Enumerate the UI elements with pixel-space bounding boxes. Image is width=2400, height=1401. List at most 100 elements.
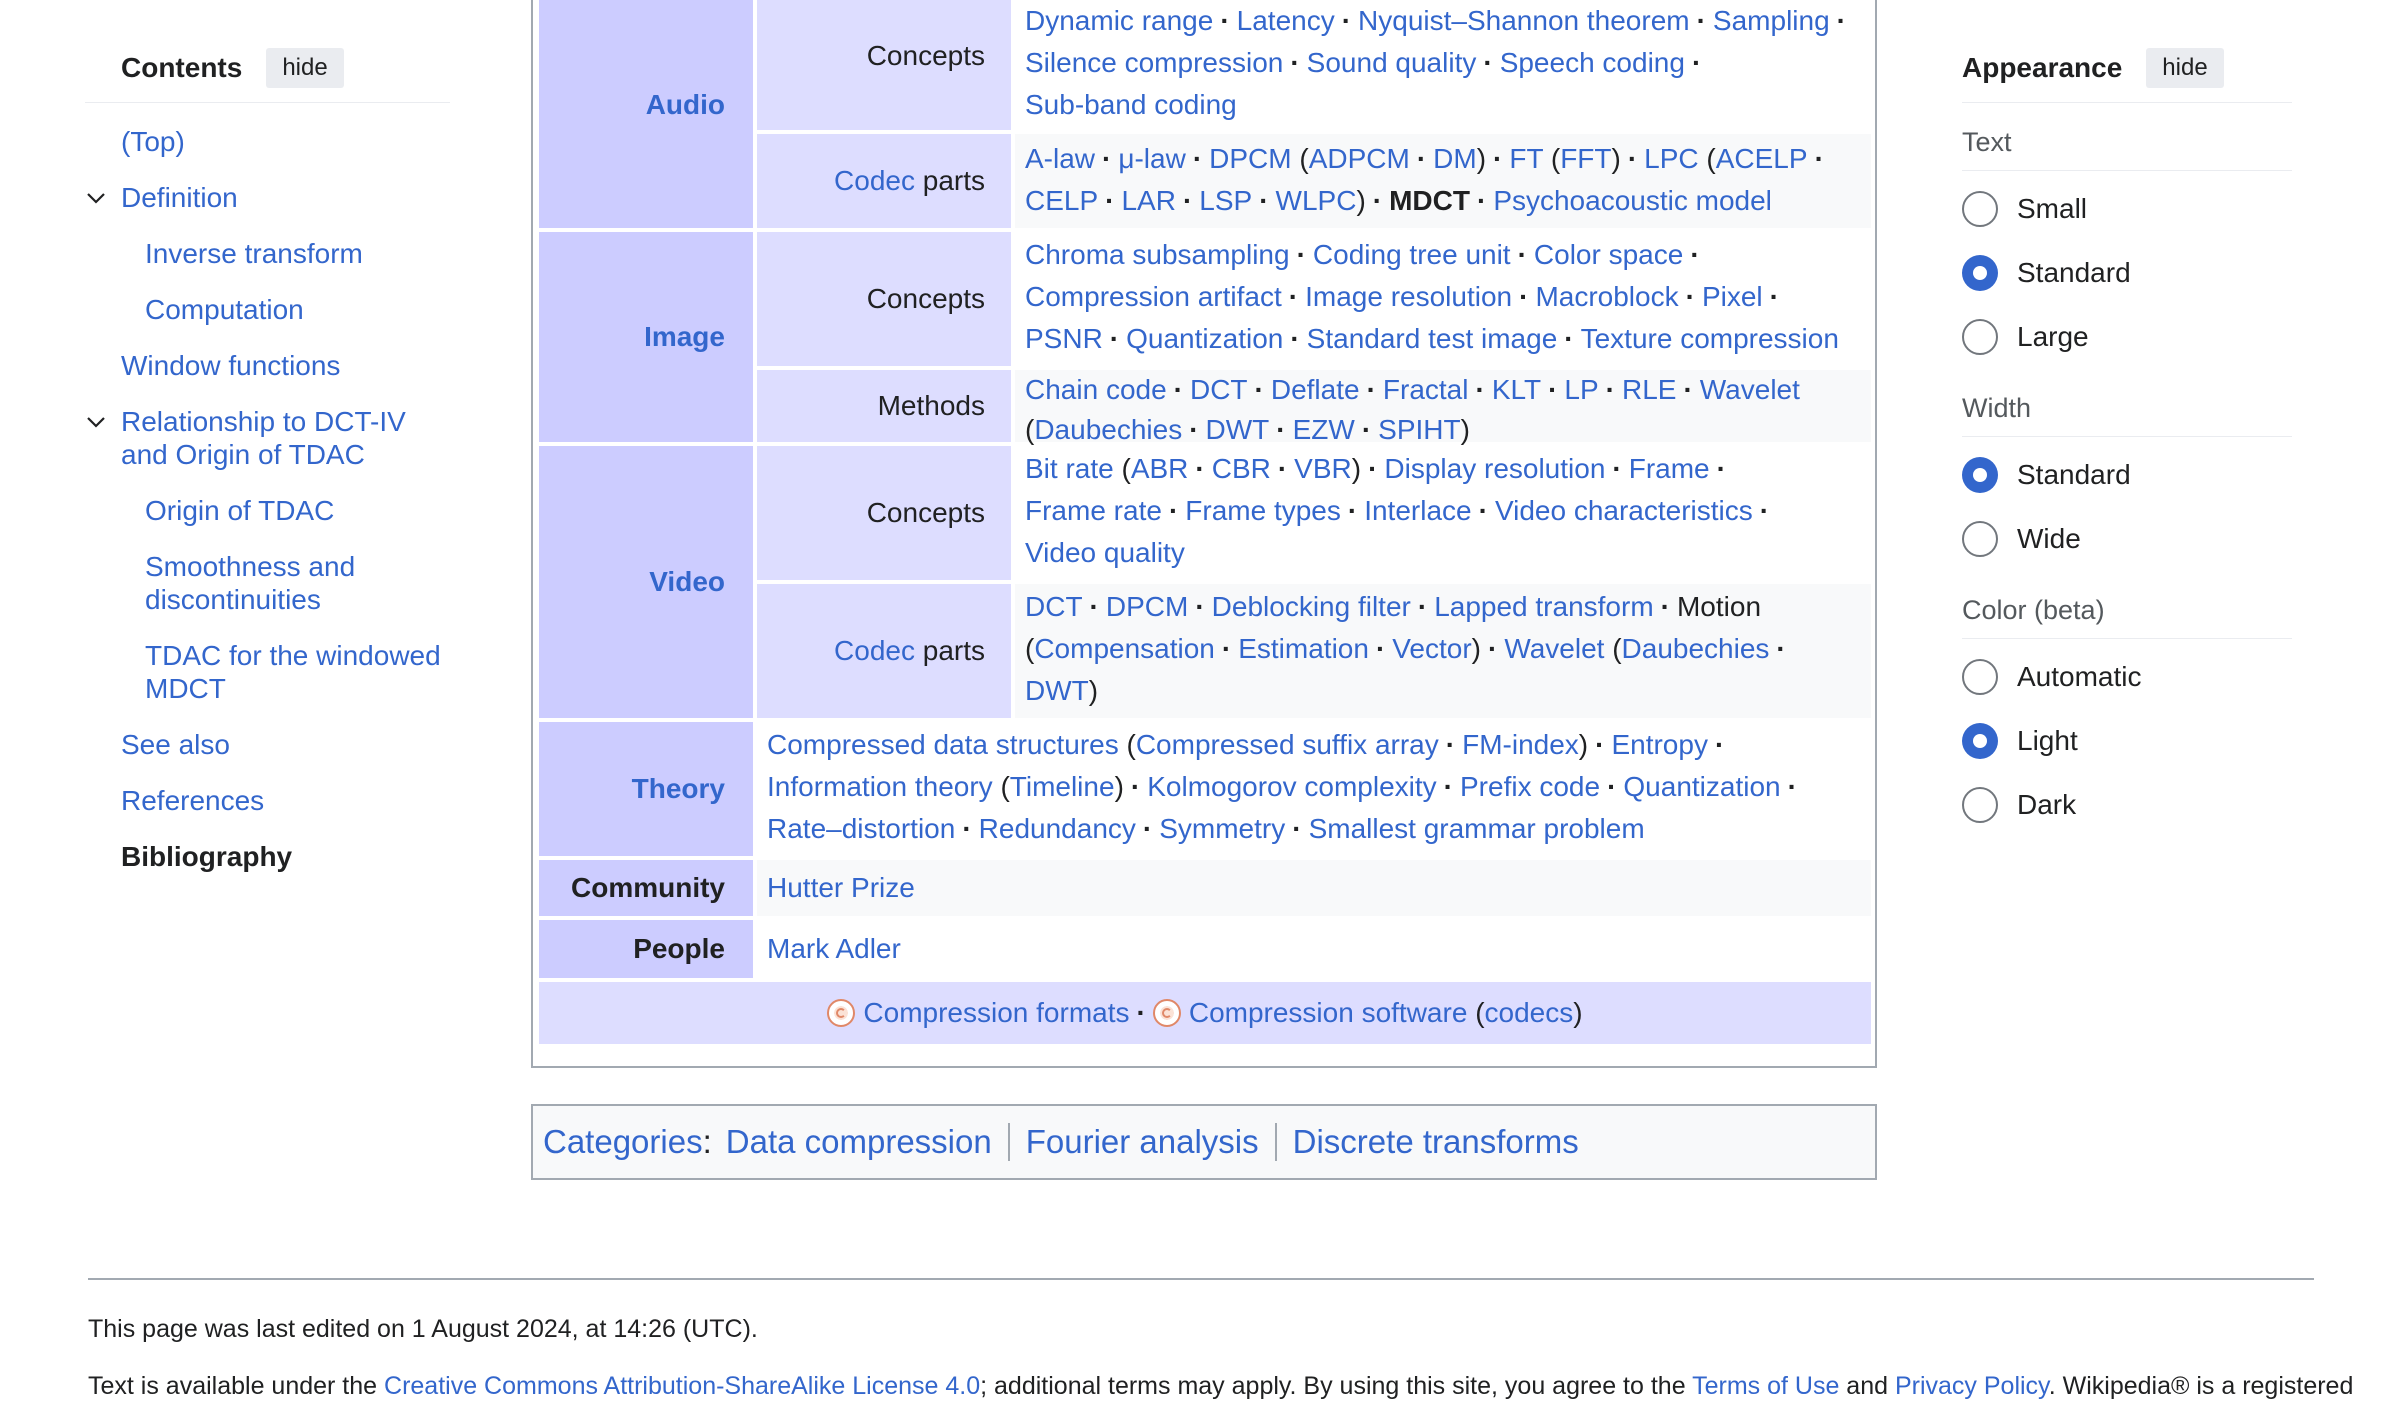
toc-link[interactable]: TDAC for the windowed MDCT — [145, 640, 441, 704]
link[interactable]: ACELP — [1716, 143, 1808, 174]
link[interactable]: Entropy — [1611, 729, 1708, 760]
link[interactable]: Silence compression — [1025, 47, 1283, 78]
link[interactable]: Sound quality — [1307, 47, 1477, 78]
link[interactable]: Coding tree unit — [1313, 239, 1511, 270]
link[interactable]: Sub-band coding — [1025, 89, 1237, 120]
link[interactable]: Timeline — [1010, 771, 1115, 802]
toc-item-see-also[interactable]: See also — [85, 728, 450, 761]
link[interactable]: Redundancy — [979, 813, 1136, 844]
appearance-hide-button[interactable]: hide — [2146, 48, 2224, 88]
radio-text-small[interactable]: Small — [1962, 177, 2292, 241]
toc-link[interactable]: Relationship to DCT-IV and Origin of TDA… — [121, 406, 406, 470]
categories-link[interactable]: Categories — [543, 1123, 703, 1161]
link[interactable]: DM — [1433, 143, 1477, 174]
link[interactable]: Frame rate — [1025, 495, 1162, 526]
codec-link[interactable]: Codec — [834, 635, 915, 666]
link[interactable]: DWT — [1206, 414, 1270, 445]
link[interactable]: Smallest grammar problem — [1309, 813, 1645, 844]
link[interactable]: RLE — [1622, 374, 1676, 405]
link[interactable]: Speech coding — [1500, 47, 1685, 78]
toc-item-window-functions[interactable]: Window functions — [85, 349, 450, 382]
toc-item-tdac-windowed[interactable]: TDAC for the windowed MDCT — [85, 639, 450, 705]
link[interactable]: Texture compression — [1581, 323, 1839, 354]
link[interactable]: Standard test image — [1307, 323, 1558, 354]
toc-link[interactable]: Origin of TDAC — [145, 495, 334, 526]
link[interactable]: DPCM — [1106, 591, 1188, 622]
toc-link-active[interactable]: Bibliography — [121, 841, 292, 872]
link[interactable]: Quantization — [1623, 771, 1780, 802]
toc-link[interactable]: Definition — [121, 182, 238, 213]
link[interactable]: Rate–distortion — [767, 813, 955, 844]
link[interactable]: codecs — [1485, 997, 1574, 1029]
link[interactable]: Chain code — [1025, 374, 1167, 405]
toc-link[interactable]: Computation — [145, 294, 304, 325]
group-image[interactable]: Image — [539, 232, 753, 442]
link[interactable]: EZW — [1293, 414, 1355, 445]
link[interactable]: Compensation — [1034, 633, 1215, 664]
radio-icon[interactable] — [1962, 255, 1998, 291]
link[interactable]: Compressed suffix array — [1136, 729, 1439, 760]
link[interactable]: Deblocking filter — [1212, 591, 1411, 622]
toc-link[interactable]: References — [121, 785, 264, 816]
link[interactable]: ADPCM — [1309, 143, 1410, 174]
link[interactable]: A-law — [1025, 143, 1095, 174]
link[interactable]: CELP — [1025, 185, 1098, 216]
link[interactable]: Bit rate — [1025, 453, 1114, 484]
link[interactable]: KLT — [1492, 374, 1541, 405]
link[interactable]: LSP — [1199, 185, 1252, 216]
radio-icon[interactable] — [1962, 319, 1998, 355]
link[interactable]: Frame types — [1185, 495, 1341, 526]
license-link[interactable]: Creative Commons Attribution-ShareAlike … — [384, 1372, 980, 1400]
toc-item-smoothness[interactable]: Smoothness and discontinuities — [85, 550, 450, 616]
chevron-down-icon[interactable] — [85, 187, 107, 209]
link[interactable]: Macroblock — [1535, 281, 1678, 312]
link[interactable]: Psychoacoustic model — [1493, 185, 1772, 216]
toc-hide-button[interactable]: hide — [266, 48, 344, 88]
toc-item-bibliography[interactable]: Bibliography — [85, 840, 450, 873]
toc-link[interactable]: Inverse transform — [145, 238, 363, 269]
link[interactable]: Information theory — [767, 771, 993, 802]
link[interactable]: Frame — [1629, 453, 1710, 484]
toc-link[interactable]: Window functions — [121, 350, 340, 381]
group-image-link[interactable]: Image — [644, 321, 725, 353]
link[interactable]: ABR — [1131, 453, 1189, 484]
link[interactable]: Wavelet — [1504, 633, 1604, 664]
toc-item-references[interactable]: References — [85, 784, 450, 817]
radio-icon[interactable] — [1962, 659, 1998, 695]
link[interactable]: SPIHT — [1378, 414, 1460, 445]
link[interactable]: Video quality — [1025, 537, 1185, 568]
link[interactable]: Wavelet — [1700, 374, 1800, 405]
group-video-link[interactable]: Video — [649, 566, 725, 598]
category-item[interactable]: Fourier analysis — [1007, 1123, 1275, 1161]
group-audio-link[interactable]: Audio — [646, 89, 725, 121]
toc-item-computation[interactable]: Computation — [85, 293, 450, 326]
link[interactable]: Vector — [1392, 633, 1471, 664]
link[interactable]: PSNR — [1025, 323, 1103, 354]
link[interactable]: Compression artifact — [1025, 281, 1282, 312]
link[interactable]: LAR — [1121, 185, 1175, 216]
privacy-link[interactable]: Privacy Policy — [1895, 1372, 2049, 1400]
link[interactable]: Sampling — [1713, 5, 1830, 36]
toc-item-inverse-transform[interactable]: Inverse transform — [85, 237, 450, 270]
link[interactable]: Video characteristics — [1495, 495, 1753, 526]
group-audio[interactable]: Audio — [539, 0, 753, 228]
radio-icon[interactable] — [1962, 787, 1998, 823]
link[interactable]: LP — [1564, 374, 1598, 405]
link[interactable]: Compressed data structures — [767, 729, 1119, 760]
toc-link[interactable]: Smoothness and discontinuities — [145, 551, 355, 615]
link[interactable]: Compression formats — [863, 997, 1129, 1029]
link[interactable]: DCT — [1190, 374, 1248, 405]
link[interactable]: Daubechies — [1034, 414, 1182, 445]
toc-item-origin-tdac[interactable]: Origin of TDAC — [85, 494, 450, 527]
link[interactable]: Fractal — [1383, 374, 1469, 405]
category-item[interactable]: Data compression — [712, 1123, 1008, 1161]
link[interactable]: FT — [1509, 143, 1543, 174]
toc-item-relationship[interactable]: Relationship to DCT-IV and Origin of TDA… — [85, 405, 450, 471]
link[interactable]: Compression software — [1189, 997, 1468, 1029]
link[interactable]: Mark Adler — [767, 933, 901, 964]
link[interactable]: Hutter Prize — [767, 872, 915, 903]
link[interactable]: Symmetry — [1159, 813, 1285, 844]
link[interactable]: Display resolution — [1384, 453, 1605, 484]
radio-icon[interactable] — [1962, 191, 1998, 227]
toc-item-definition[interactable]: Definition — [85, 181, 450, 214]
